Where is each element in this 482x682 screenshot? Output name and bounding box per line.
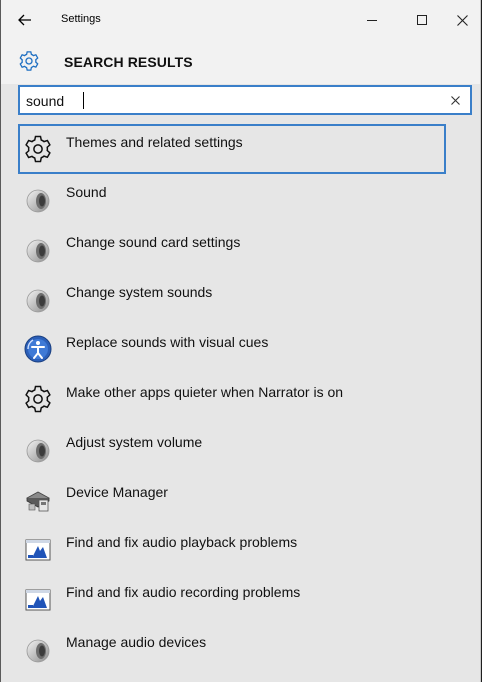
page-title: SEARCH RESULTS [64, 54, 193, 70]
settings-window: Settings SEARCH RESULTS sound Themes and… [0, 0, 481, 682]
device-manager-icon [23, 484, 53, 514]
search-result-label: Change system sounds [66, 284, 213, 300]
search-result-item[interactable]: Device Manager [18, 474, 446, 524]
search-input[interactable] [26, 91, 426, 111]
search-result-item[interactable]: Find and fix audio playback problems [18, 524, 446, 574]
back-arrow-icon [18, 14, 31, 26]
page-header: SEARCH RESULTS [1, 40, 480, 84]
search-result-item[interactable]: Change system sounds [18, 274, 446, 324]
clear-search-button[interactable] [446, 91, 464, 109]
back-button[interactable] [13, 8, 37, 32]
search-result-item[interactable]: Make other apps quieter when Narrator is… [18, 374, 446, 424]
search-result-label: Find and fix audio playback problems [66, 534, 298, 550]
close-icon [456, 14, 468, 26]
search-result-item[interactable]: Sound [18, 174, 446, 224]
minimize-button[interactable] [352, 6, 392, 34]
search-result-label: Change sound card settings [66, 234, 241, 250]
window-title: Settings [61, 13, 101, 25]
maximize-icon [417, 15, 427, 25]
search-result-label: Device Manager [66, 484, 168, 500]
search-result-item[interactable]: Change sound card settings [18, 224, 446, 274]
search-result-item[interactable]: Replace sounds with visual cues [18, 324, 446, 374]
search-result-label: Replace sounds with visual cues [66, 334, 269, 350]
troubleshooter-icon [23, 534, 53, 564]
clear-icon [450, 95, 460, 105]
minimize-icon [367, 19, 377, 21]
search-result-label: Adjust system volume [66, 434, 203, 450]
speaker-icon [23, 634, 53, 664]
ease-of-access-icon [23, 334, 53, 364]
search-result-item[interactable]: Find and fix audio recording problems [18, 574, 446, 624]
speaker-icon [23, 284, 53, 314]
search-result-item[interactable]: Manage audio devices [18, 624, 446, 674]
search-result-label: Make other apps quieter when Narrator is… [66, 384, 344, 400]
gear-icon [23, 134, 53, 164]
speaker-icon [23, 184, 53, 214]
search-result-label: Themes and related settings [66, 134, 243, 150]
search-result-item[interactable]: Themes and related settings [18, 124, 446, 174]
gear-icon [23, 384, 53, 414]
troubleshooter-icon [23, 584, 53, 614]
close-button[interactable] [442, 6, 480, 34]
speaker-icon [23, 434, 53, 464]
search-result-label: Find and fix audio recording problems [66, 584, 301, 600]
gear-icon [19, 51, 39, 71]
maximize-button[interactable] [402, 6, 442, 34]
search-result-label: Sound [66, 184, 107, 200]
text-caret [83, 92, 84, 109]
search-result-label: Manage audio devices [66, 634, 207, 650]
speaker-icon [23, 234, 53, 264]
title-bar: Settings [1, 0, 480, 40]
search-box[interactable] [18, 85, 472, 115]
search-result-item[interactable]: Adjust system volume [18, 424, 446, 474]
